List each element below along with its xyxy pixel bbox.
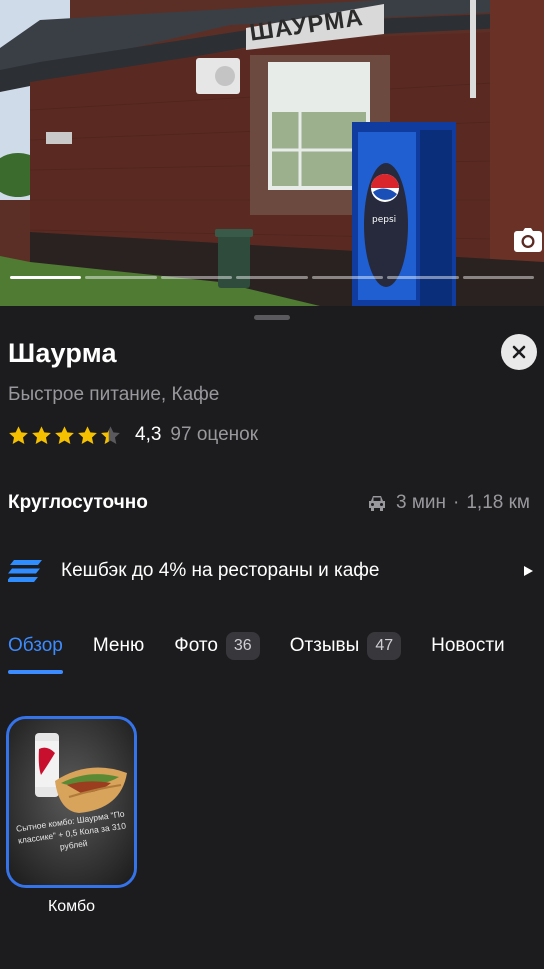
star-full-icon <box>78 425 97 444</box>
close-icon <box>512 345 526 359</box>
star-full-icon <box>9 425 28 444</box>
gallery-progress <box>10 276 534 279</box>
svg-text:pepsi: pepsi <box>372 215 396 225</box>
close-button[interactable] <box>501 334 537 370</box>
gallery-progress-segment <box>10 276 82 279</box>
camera-icon <box>513 228 542 252</box>
cashback-banner[interactable]: Кешбэк до 4% на рестораны и кафе <box>8 556 536 586</box>
tab-news[interactable]: Новости <box>431 626 505 666</box>
gallery-progress-segment <box>387 276 459 279</box>
rating-row[interactable]: 4,3 97 оценок <box>8 424 258 446</box>
car-icon <box>369 496 386 511</box>
place-card-sheet: Шаурма Быстрое питание, Кафе 4,3 97 оцен… <box>0 306 544 969</box>
place-title: Шаурма <box>8 338 117 368</box>
tab-count-badge: 47 <box>367 632 402 660</box>
place-category: Быстрое питание, Кафе <box>8 384 220 405</box>
photo-count[interactable]: 34 <box>513 228 542 252</box>
opening-hours[interactable]: Круглосуточно <box>8 492 148 514</box>
sheet-grabber[interactable] <box>254 315 290 320</box>
cashback-text: Кешбэк до 4% на рестораны и кафе <box>61 560 380 581</box>
hero-photo-image: pepsi <box>0 0 544 306</box>
rating-count: 97 оценок <box>170 424 259 445</box>
star-full-icon <box>32 425 51 444</box>
play-arrow-icon <box>524 566 533 576</box>
tab-reviews[interactable]: Отзывы 47 <box>289 626 402 666</box>
menu-item-label: Комбо <box>47 898 96 915</box>
route-time: 3 мин <box>396 492 447 513</box>
gallery-progress-segment <box>160 276 233 279</box>
gallery-progress-segment <box>311 276 384 279</box>
rating-value: 4,3 <box>135 424 162 445</box>
gallery-progress-segment <box>236 276 308 279</box>
tab-overview[interactable]: Обзор <box>8 626 63 674</box>
tab-bar: Обзор Меню Фото 36 Отзывы 47 Новости <box>8 626 535 674</box>
route-separator: · <box>453 492 460 513</box>
menu-item-image <box>9 719 134 885</box>
tab-label: Фото <box>174 635 218 656</box>
tab-label: Отзывы <box>289 635 360 656</box>
cashback-logo-icon <box>8 560 42 582</box>
route-distance: 1,18 км <box>466 492 530 513</box>
gallery-progress-segment <box>85 276 157 279</box>
tab-label: Меню <box>92 635 145 656</box>
tab-photos[interactable]: Фото 36 <box>174 626 260 666</box>
star-partial-icon <box>101 425 120 444</box>
tab-menu[interactable]: Меню <box>93 626 144 666</box>
tab-count-badge: 36 <box>225 632 260 660</box>
tab-label: Новости <box>431 635 505 656</box>
hero-photo[interactable]: pepsi ШАУРМА 34 <box>0 0 544 306</box>
tab-label: Обзор <box>8 635 63 656</box>
route-info[interactable]: 3 мин · 1,18 км <box>367 492 530 514</box>
menu-item-card[interactable]: Сытное комбо: Шаурма "По классике" + 0,5… <box>6 716 137 888</box>
star-full-icon <box>55 425 74 444</box>
rating-stars <box>8 425 121 446</box>
gallery-progress-segment <box>462 276 534 279</box>
